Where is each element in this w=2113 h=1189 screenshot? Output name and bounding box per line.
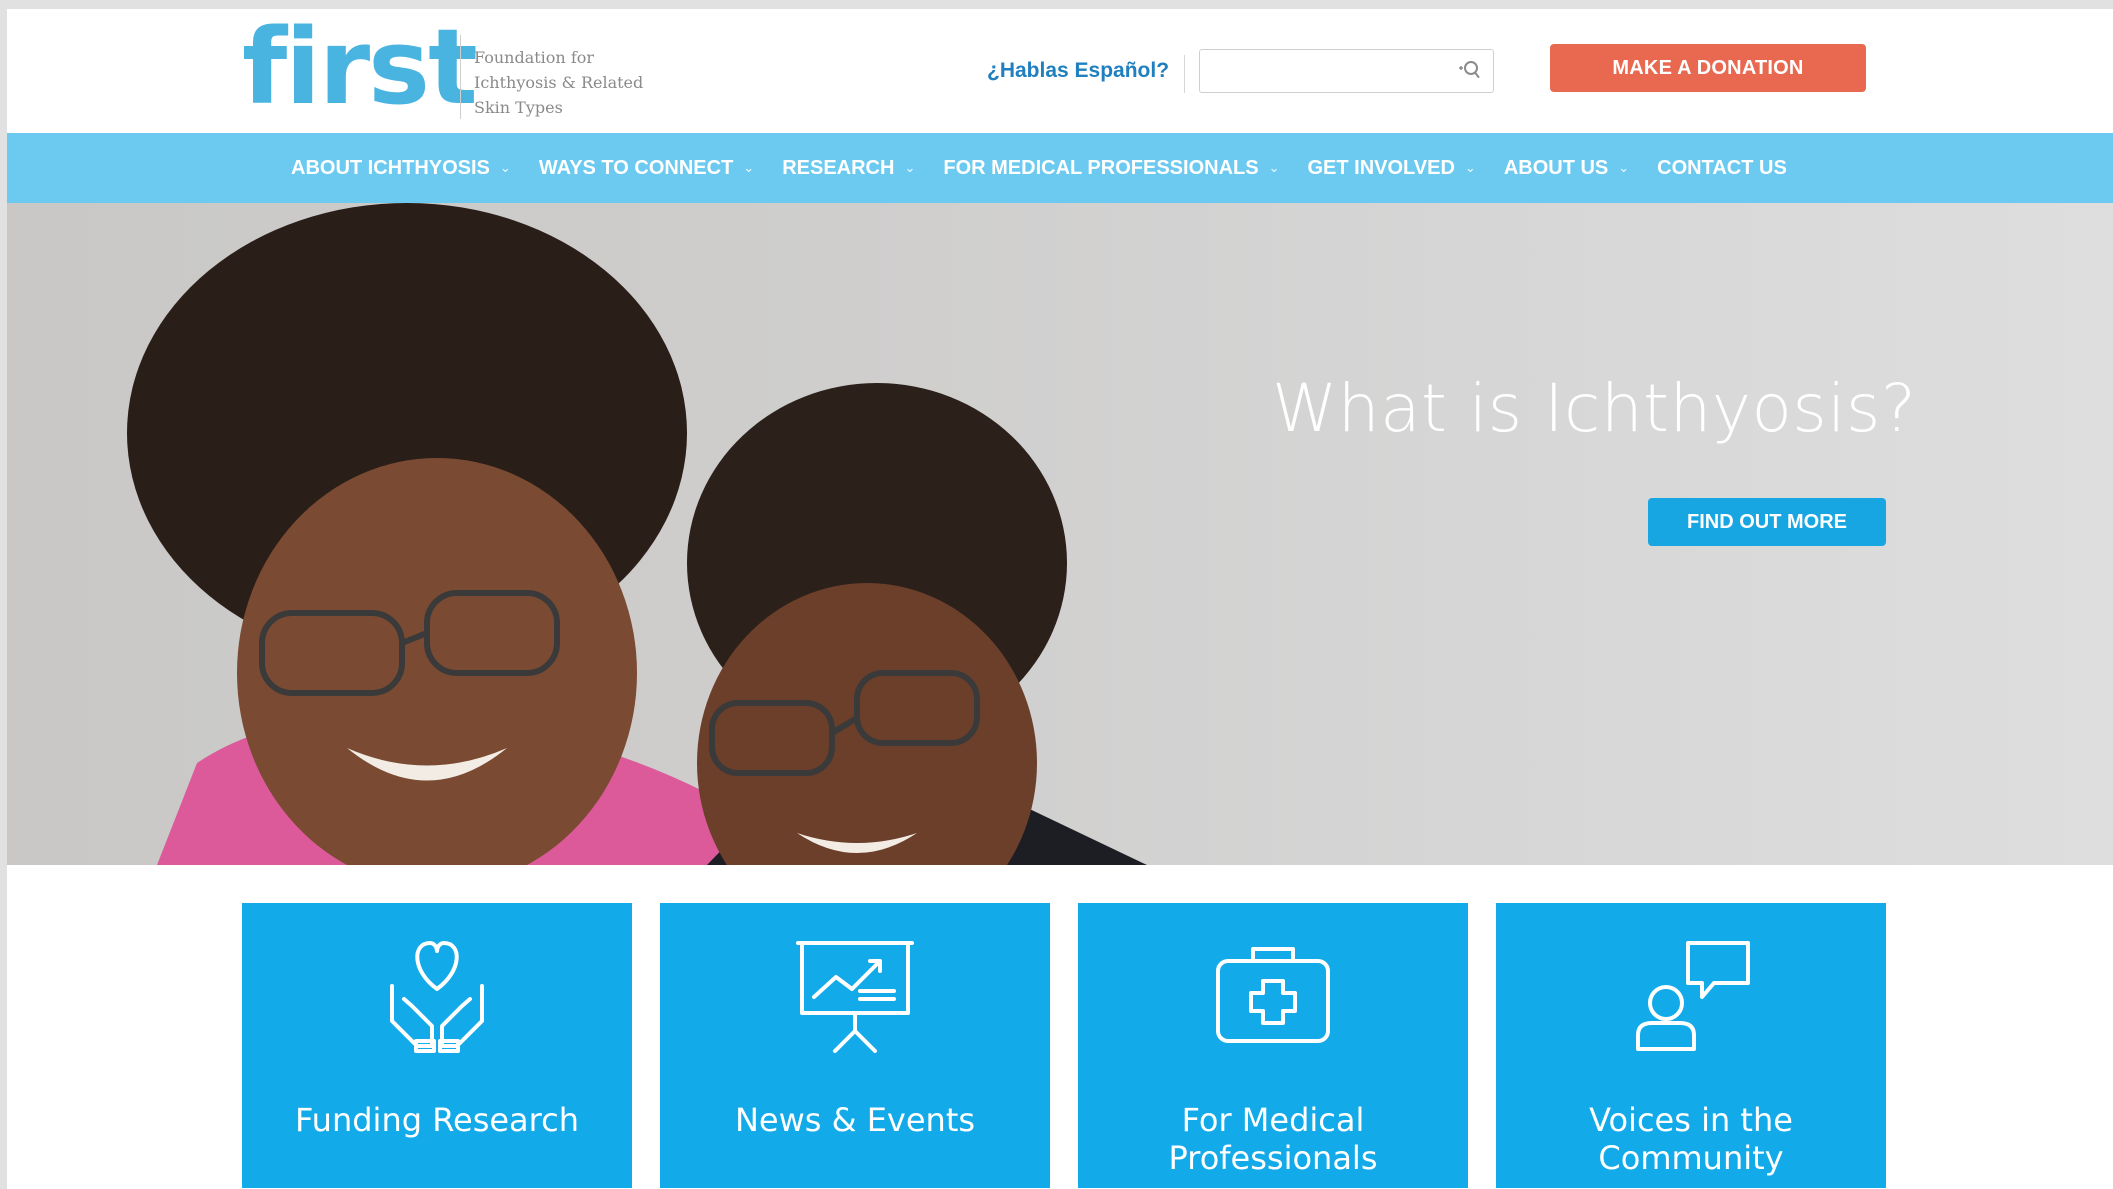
nav-item-medical-professionals[interactable]: FOR MEDICAL PROFESSIONALS ⌄ bbox=[943, 157, 1279, 180]
nav-item-contact-us[interactable]: CONTACT US bbox=[1657, 157, 1787, 180]
tile-medical-professionals[interactable]: For Medical Professionals bbox=[1078, 903, 1468, 1188]
tagline-line-2: Ichthyosis & Related bbox=[474, 73, 644, 92]
logo-wordmark: first bbox=[242, 9, 478, 128]
chevron-down-icon: ⌄ bbox=[1268, 160, 1280, 175]
medical-kit-icon bbox=[1216, 947, 1330, 1043]
tile-news-events[interactable]: News & Events bbox=[660, 903, 1050, 1188]
nav-item-about-ichthyosis[interactable]: ABOUT ICHTHYOSIS ⌄ bbox=[291, 157, 511, 180]
chevron-down-icon: ⌄ bbox=[743, 160, 755, 175]
chevron-down-icon: ⌄ bbox=[1464, 160, 1476, 175]
chevron-down-icon: ⌄ bbox=[1618, 160, 1630, 175]
nav-item-label: GET INVOLVED bbox=[1307, 156, 1455, 179]
tile-label: For Medical Professionals bbox=[1168, 1101, 1378, 1177]
tile-label: Funding Research bbox=[295, 1101, 579, 1139]
hero-banner: What is Ichthyosis? FIND OUT MORE bbox=[7, 203, 2113, 865]
hands-heart-icon bbox=[390, 941, 484, 1053]
main-nav: ABOUT ICHTHYOSIS ⌄ WAYS TO CONNECT ⌄ RES… bbox=[7, 133, 2113, 203]
spanish-language-link[interactable]: ¿Hablas Español? bbox=[987, 59, 1169, 83]
logo-tagline: Foundation for Ichthyosis & Related Skin… bbox=[474, 45, 694, 120]
hero-title: What is Ichthyosis? bbox=[1272, 370, 1917, 447]
nav-item-label: FOR MEDICAL PROFESSIONALS bbox=[943, 156, 1259, 179]
nav-item-ways-to-connect[interactable]: WAYS TO CONNECT ⌄ bbox=[539, 157, 754, 180]
search-icon[interactable] bbox=[1457, 58, 1481, 88]
hero-photo-two-children bbox=[127, 203, 1147, 865]
search-box[interactable] bbox=[1199, 49, 1494, 93]
nav-items: ABOUT ICHTHYOSIS ⌄ WAYS TO CONNECT ⌄ RES… bbox=[291, 133, 1815, 203]
person-speech-bubble-icon bbox=[1636, 941, 1750, 1051]
make-donation-button[interactable]: MAKE A DONATION bbox=[1550, 44, 1866, 92]
chevron-down-icon: ⌄ bbox=[499, 160, 511, 175]
feature-tiles: Funding Research News & Events For Medic… bbox=[242, 903, 1914, 1188]
nav-item-label: ABOUT ICHTHYOSIS bbox=[291, 156, 490, 179]
page: first Foundation for Ichthyosis & Relate… bbox=[7, 9, 2113, 1189]
nav-item-label: ABOUT US bbox=[1503, 156, 1609, 179]
tagline-line-3: Skin Types bbox=[474, 98, 563, 117]
tile-label: News & Events bbox=[734, 1101, 976, 1139]
presentation-chart-icon bbox=[796, 941, 914, 1053]
search-input[interactable] bbox=[1210, 50, 1450, 90]
site-header: first Foundation for Ichthyosis & Relate… bbox=[7, 9, 2113, 133]
find-out-more-button[interactable]: FIND OUT MORE bbox=[1648, 498, 1886, 546]
tile-funding-research[interactable]: Funding Research bbox=[242, 903, 632, 1188]
nav-item-research[interactable]: RESEARCH ⌄ bbox=[782, 157, 915, 180]
chevron-down-icon: ⌄ bbox=[904, 160, 916, 175]
tile-voices-community[interactable]: Voices in the Community bbox=[1496, 903, 1886, 1188]
nav-item-get-involved[interactable]: GET INVOLVED ⌄ bbox=[1307, 157, 1475, 180]
tagline-line-1: Foundation for bbox=[474, 48, 595, 67]
nav-item-label: CONTACT US bbox=[1657, 156, 1787, 179]
logo-divider bbox=[460, 35, 461, 119]
nav-item-about-us[interactable]: ABOUT US ⌄ bbox=[1504, 157, 1629, 180]
nav-item-label: WAYS TO CONNECT bbox=[538, 156, 734, 179]
tile-label: Voices in the Community bbox=[1589, 1101, 1793, 1177]
nav-item-label: RESEARCH bbox=[782, 156, 895, 179]
header-separator bbox=[1184, 55, 1185, 93]
